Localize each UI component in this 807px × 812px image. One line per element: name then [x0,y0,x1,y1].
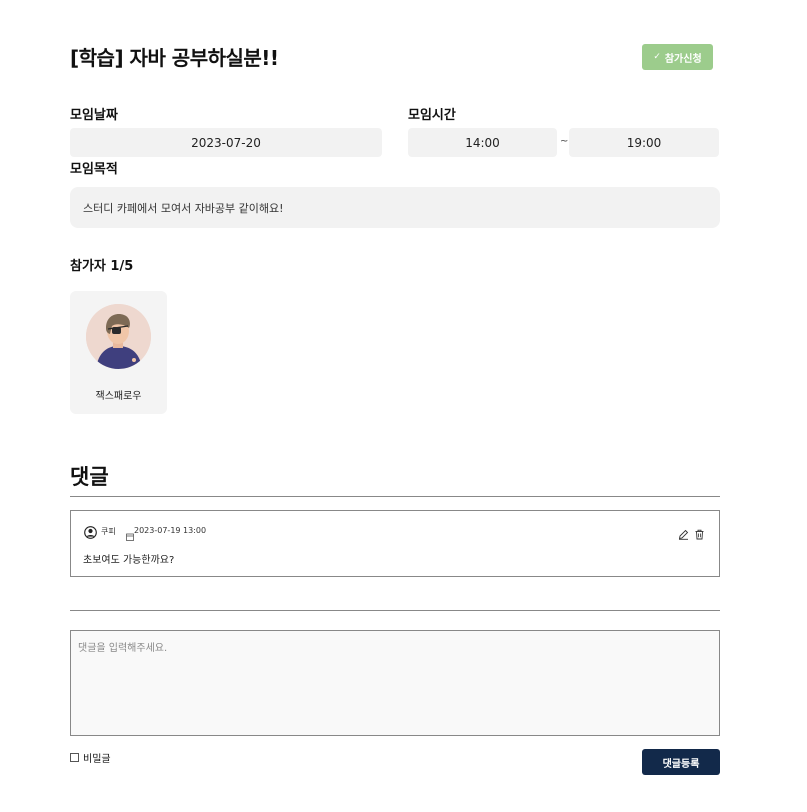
join-button[interactable]: ✓ 참가신청 [642,44,713,70]
comment-date: 2023-07-19 13:00 [134,526,207,535]
secret-label: 비밀글 [83,754,111,765]
divider [70,496,720,497]
join-button-label: 참가신청 [664,53,702,65]
time-start-field[interactable]: 14:00 [408,128,557,157]
comment-author: 쿠피 [101,527,116,536]
user-icon [84,524,97,543]
secret-checkbox[interactable]: 비밀글 [70,750,111,765]
member-name: 잭스패로우 [95,391,142,402]
comment-input[interactable] [70,630,720,736]
participants-heading: 참가자 1/5 [70,259,134,274]
date-field[interactable]: 2023-07-20 [70,128,382,157]
date-label: 모임날짜 [70,108,118,123]
avatar [86,304,151,369]
checkbox[interactable] [70,753,79,762]
edit-icon[interactable] [678,525,689,544]
member-card[interactable]: 잭스패로우 [70,291,167,414]
trash-icon[interactable] [694,525,705,544]
time-separator: ~ [560,136,569,147]
check-icon: ✓ [653,52,661,62]
comment-item [70,510,720,577]
divider [70,610,720,611]
comments-heading: 댓글 [70,465,109,489]
time-label: 모임시간 [408,108,456,123]
comment-text: 초보여도 가능한까요? [83,555,175,566]
purpose-label: 모임목적 [70,162,118,177]
page-title: [학습] 자바 공부하실분!! [70,46,279,70]
purpose-field: 스터디 카페에서 모여서 자바공부 같이해요! [70,187,720,228]
time-end-field[interactable]: 19:00 [569,128,719,157]
calendar-icon [126,526,134,545]
submit-comment-button[interactable]: 댓글등록 [642,749,720,775]
